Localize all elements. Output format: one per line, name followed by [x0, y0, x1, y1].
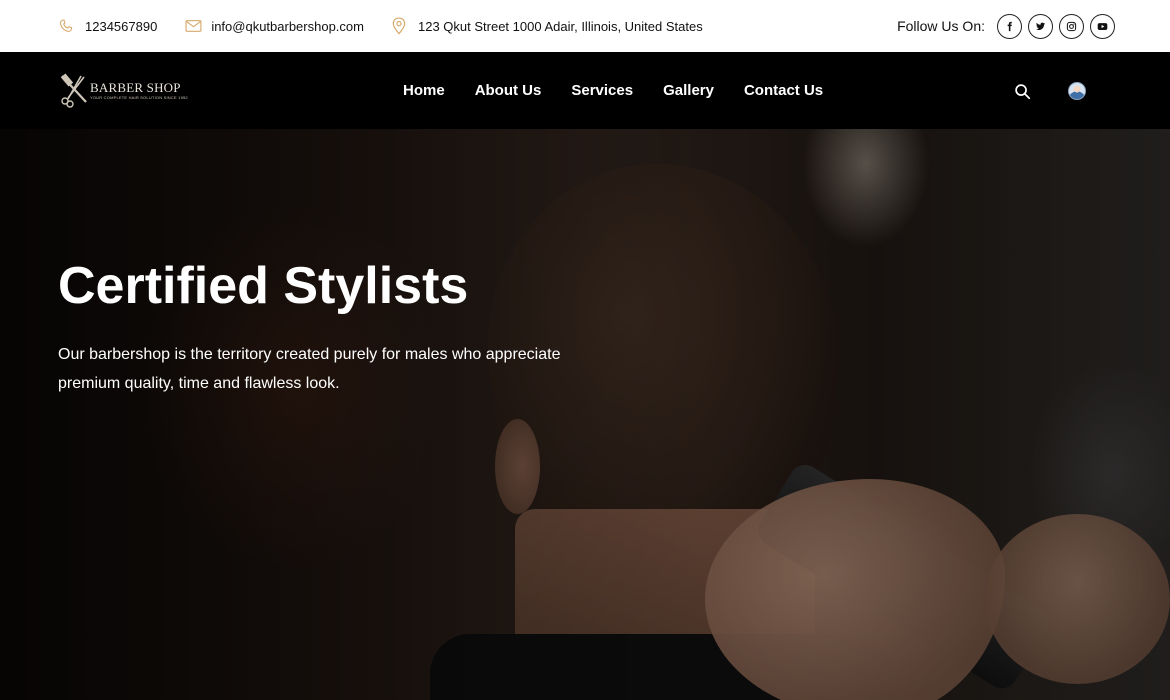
instagram-icon: [1066, 21, 1077, 31]
phone-number: 1234567890: [85, 18, 158, 34]
hero-description: Our barbershop is the territory created …: [58, 346, 561, 392]
email-contact[interactable]: info@qkutbarbershop.com: [185, 19, 364, 34]
street-address: 123 Qkut Street 1000 Adair, Illinois, Un…: [417, 18, 703, 34]
barber-tools-icon: [60, 73, 87, 108]
main-navbar: BARBER SHOP YOUR COMPLETE HAIR SOLUTION …: [0, 52, 1170, 129]
map-pin-icon: [392, 17, 406, 35]
follow-us-label: Follow Us On:: [897, 18, 985, 34]
address-contact[interactable]: 123 Qkut Street 1000 Adair, Illinois, Un…: [392, 17, 703, 35]
search-icon[interactable]: [1014, 83, 1031, 100]
nav-item-home[interactable]: Home: [403, 82, 445, 99]
nav-links: Home About Us Services Gallery Contact U…: [403, 52, 853, 129]
nav-item-services[interactable]: Services: [571, 82, 633, 99]
hero-title: Certified Stylists: [58, 257, 469, 315]
twitter-icon: [1036, 22, 1046, 30]
youtube-link[interactable]: [1090, 13, 1115, 39]
social-links: [997, 13, 1115, 39]
brand-title: BARBER SHOP: [90, 79, 181, 95]
avatar[interactable]: [1068, 82, 1086, 100]
phone-contact[interactable]: 1234567890: [58, 18, 157, 34]
youtube-icon: [1097, 22, 1108, 30]
email-address: info@qkutbarbershop.com: [211, 18, 364, 34]
twitter-link[interactable]: [1028, 13, 1053, 39]
phone-icon: [59, 19, 73, 32]
brand-tagline: YOUR COMPLETE HAIR SOLUTION SINCE 1952: [90, 94, 188, 100]
top-info-bar: 1234567890 info@qkutbarbershop.com 123 Q…: [0, 0, 1170, 52]
brand-logo[interactable]: BARBER SHOP YOUR COMPLETE HAIR SOLUTION …: [58, 72, 188, 108]
nav-item-gallery[interactable]: Gallery: [663, 82, 714, 99]
hero-section: Certified Stylists Our barbershop is the…: [0, 129, 1170, 700]
mail-icon: [185, 20, 202, 32]
facebook-icon: [1007, 21, 1012, 31]
nav-item-contact-us[interactable]: Contact Us: [744, 82, 823, 99]
instagram-link[interactable]: [1059, 13, 1084, 39]
facebook-link[interactable]: [997, 13, 1022, 39]
nav-item-about-us[interactable]: About Us: [475, 82, 542, 99]
